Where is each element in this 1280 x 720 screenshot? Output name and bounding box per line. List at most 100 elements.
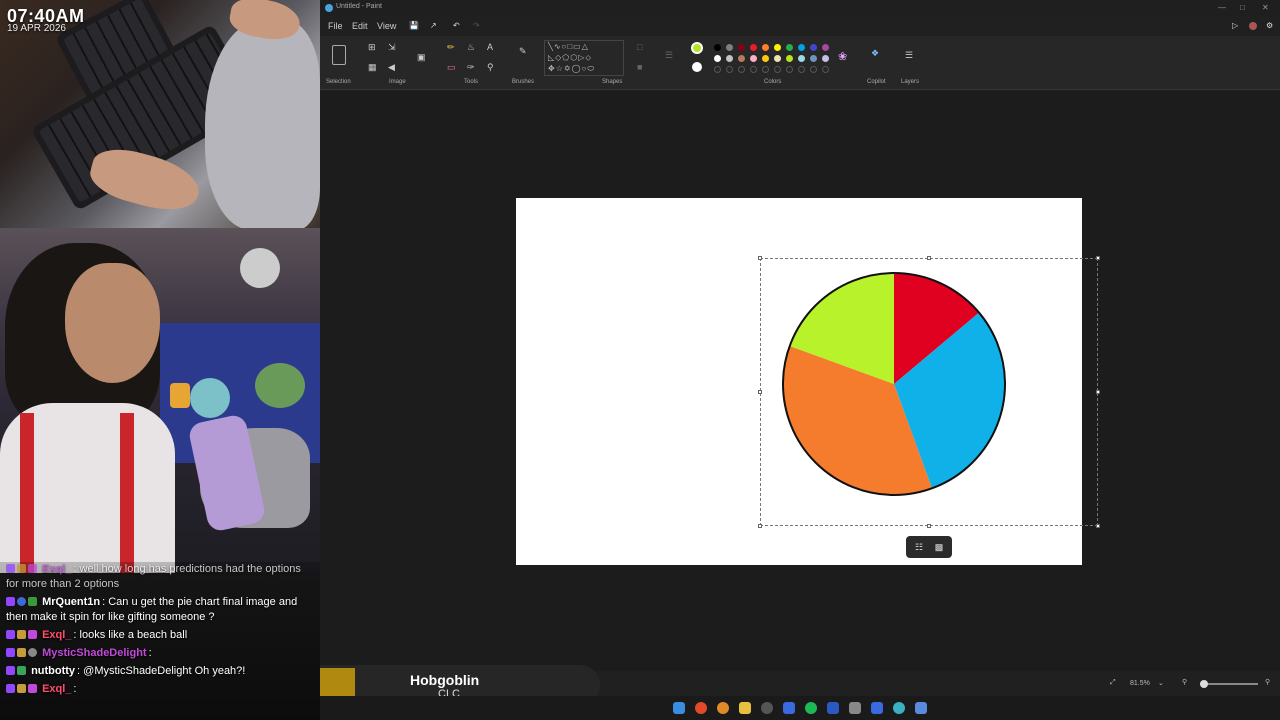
zoom-out-icon[interactable]: ⚲ [1182, 678, 1187, 686]
menu-edit[interactable]: Edit [352, 21, 368, 31]
canvas-area[interactable]: ☷ ▩ [320, 91, 1280, 671]
resize-handle[interactable] [927, 256, 931, 260]
minimize-icon[interactable]: — [1218, 3, 1226, 12]
chat-username[interactable]: MrQuent1n [42, 596, 100, 608]
custom-color-slot[interactable] [738, 66, 745, 73]
shapes-gallery[interactable]: ╲∿○□▭△ ◺◇⬠⬡▷⬦ ✥☆✡◯○⬭ [544, 40, 624, 76]
resize-handle[interactable] [758, 256, 762, 260]
rotate-icon[interactable]: ◀ [388, 62, 395, 73]
edit-colors-icon[interactable]: ❀ [838, 50, 847, 63]
chat-username[interactable]: MysticShadeDelight [42, 647, 147, 659]
zoom-in-icon[interactable]: ⚲ [1265, 678, 1270, 686]
resize-handle[interactable] [1096, 390, 1100, 394]
zoom-slider-track[interactable] [1200, 683, 1258, 685]
layers-icon[interactable]: ☰ [905, 50, 913, 61]
crop-icon[interactable]: ⊞ [368, 42, 376, 53]
file-explorer-icon[interactable] [739, 702, 751, 714]
brush-icon[interactable]: ✎ [519, 46, 527, 57]
pencil-icon[interactable]: ✏ [447, 42, 455, 53]
save-icon[interactable]: 💾 [409, 21, 419, 30]
chat-username[interactable]: Exql_ [42, 563, 71, 575]
palette-color-swatch[interactable] [774, 55, 781, 62]
fill-icon[interactable]: ♨ [467, 42, 475, 53]
resize-handle[interactable] [1096, 256, 1100, 260]
copilot-icon[interactable]: ❖ [871, 48, 879, 59]
zoom-level[interactable]: 81.5% [1130, 680, 1150, 687]
title-bar[interactable]: Untitled - Paint — □ ✕ [320, 0, 1280, 16]
start-icon[interactable] [673, 702, 685, 714]
palette-color-swatch[interactable] [726, 44, 733, 51]
custom-color-slot[interactable] [774, 66, 781, 73]
chat-username[interactable]: nutbotty [31, 665, 75, 677]
palette-color-swatch[interactable] [762, 44, 769, 51]
maximize-icon[interactable]: □ [1240, 3, 1245, 12]
custom-color-slot[interactable] [726, 66, 733, 73]
palette-color-swatch[interactable] [798, 55, 805, 62]
palette-color-swatch[interactable] [750, 55, 757, 62]
fit-screen-icon[interactable]: ⤢ [1110, 679, 1116, 687]
settings-gear-icon[interactable]: ⚙ [1266, 21, 1273, 30]
palette-color-swatch[interactable] [726, 55, 733, 62]
primary-color-swatch[interactable] [691, 42, 703, 54]
custom-color-slot[interactable] [810, 66, 817, 73]
chat-username[interactable]: Exql_ [42, 629, 71, 641]
palette-color-swatch[interactable] [714, 44, 721, 51]
obs-icon[interactable] [761, 702, 773, 714]
resize-handle[interactable] [1096, 524, 1100, 528]
palette-color-swatch[interactable] [750, 44, 757, 51]
custom-color-slot[interactable] [762, 66, 769, 73]
custom-color-slot[interactable] [750, 66, 757, 73]
close-icon[interactable]: ✕ [1262, 3, 1269, 12]
chrome-icon[interactable] [695, 702, 707, 714]
eraser-icon[interactable]: ▭ [447, 62, 456, 73]
undo-icon[interactable]: ↶ [453, 21, 460, 30]
custom-color-slot[interactable] [798, 66, 805, 73]
size-icon[interactable]: ☰ [665, 50, 673, 61]
palette-color-swatch[interactable] [738, 44, 745, 51]
color-picker-icon[interactable]: ✑ [467, 62, 475, 73]
palette-color-swatch[interactable] [798, 44, 805, 51]
palette-color-swatch[interactable] [762, 55, 769, 62]
app-icon[interactable] [827, 702, 839, 714]
resize-icon[interactable]: ⇲ [388, 42, 396, 53]
menu-file[interactable]: File [328, 21, 343, 31]
chat-username[interactable]: Exql_ [42, 683, 71, 695]
app-icon[interactable] [915, 702, 927, 714]
custom-color-slot[interactable] [714, 66, 721, 73]
custom-color-slot[interactable] [786, 66, 793, 73]
redo-icon[interactable]: ↷ [473, 21, 480, 30]
generative-fill-icon[interactable]: ▩ [933, 541, 945, 553]
select-all-icon[interactable]: ▦ [368, 62, 377, 73]
palette-color-swatch[interactable] [786, 44, 793, 51]
share-icon[interactable]: ↗ [430, 21, 437, 30]
palette-color-swatch[interactable] [714, 55, 721, 62]
resize-handle[interactable] [927, 524, 931, 528]
erase-selection-icon[interactable]: ☷ [913, 541, 925, 553]
app-icon[interactable] [783, 702, 795, 714]
palette-color-swatch[interactable] [822, 55, 829, 62]
text-icon[interactable]: A [487, 42, 493, 52]
palette-color-swatch[interactable] [774, 44, 781, 51]
menu-view[interactable]: View [377, 21, 396, 31]
avatar[interactable] [1249, 22, 1257, 30]
secondary-color-swatch[interactable] [692, 62, 702, 72]
image-remove-bg-icon[interactable]: ▣ [417, 52, 426, 63]
zoom-slider-thumb[interactable] [1200, 680, 1208, 688]
app-icon[interactable] [849, 702, 861, 714]
share-app-icon[interactable]: ▷ [1232, 21, 1238, 30]
shape-fill-icon[interactable]: ■ [637, 62, 642, 72]
app-icon[interactable] [871, 702, 883, 714]
palette-color-swatch[interactable] [810, 55, 817, 62]
outline-icon[interactable]: □ [637, 42, 642, 52]
resize-handle[interactable] [758, 390, 762, 394]
magnifier-icon[interactable]: ⚲ [487, 62, 494, 73]
palette-color-swatch[interactable] [822, 44, 829, 51]
custom-color-slot[interactable] [822, 66, 829, 73]
palette-color-swatch[interactable] [810, 44, 817, 51]
palette-color-swatch[interactable] [738, 55, 745, 62]
firefox-icon[interactable] [717, 702, 729, 714]
palette-color-swatch[interactable] [786, 55, 793, 62]
selection-tool-icon[interactable] [332, 45, 346, 65]
app-icon[interactable] [893, 702, 905, 714]
resize-handle[interactable] [758, 524, 762, 528]
